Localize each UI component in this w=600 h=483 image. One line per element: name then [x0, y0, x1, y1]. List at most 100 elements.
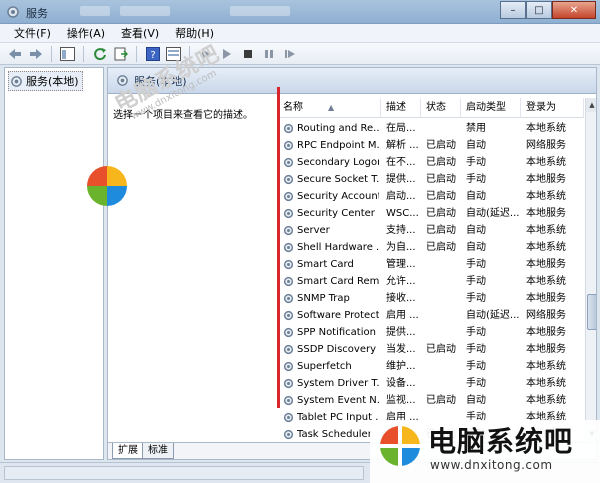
service-gear-icon	[283, 276, 294, 287]
table-row[interactable]: Software Protect... 启用 ... 自动(延迟... 网络服务	[278, 307, 584, 324]
service-gear-icon	[283, 395, 294, 406]
service-logon-as: 网络服务	[526, 310, 566, 321]
back-arrow-icon[interactable]	[6, 45, 23, 62]
service-gear-icon	[283, 344, 294, 355]
table-row[interactable]: Security Center WSC... 已启动 自动(延迟... 本地服务	[278, 205, 584, 222]
service-logon-as: 本地服务	[526, 327, 566, 338]
service-startup-type: 自动	[466, 242, 486, 253]
service-name-label: SSDP Discovery	[297, 344, 377, 355]
service-gear-icon	[283, 140, 294, 151]
table-row[interactable]: Superfetch 维护... 手动 本地系统	[278, 358, 584, 375]
service-status: 已启动	[426, 191, 456, 202]
service-gear-icon	[283, 310, 294, 321]
services-gear-icon	[11, 75, 22, 87]
menu-action[interactable]: 操作(A)	[59, 25, 113, 41]
service-gear-icon	[283, 327, 294, 338]
table-row[interactable]: Secondary Logon 在不... 已启动 手动 本地系统	[278, 154, 584, 171]
console-tree: 服务(本地)	[4, 67, 104, 460]
service-startup-type: 手动	[466, 259, 486, 270]
service-name-label: Security Account...	[297, 191, 379, 202]
forward-arrow-icon[interactable]	[27, 45, 44, 62]
maximize-button[interactable]: □	[526, 1, 552, 19]
menu-view[interactable]: 查看(V)	[113, 25, 167, 41]
title-bar[interactable]: 服务 – □ ✕	[0, 0, 600, 24]
service-logon-as: 本地服务	[526, 344, 566, 355]
scroll-up-icon[interactable]: ▲	[586, 98, 596, 112]
service-status: 已启动	[426, 242, 456, 253]
column-header-status[interactable]: 状态	[421, 98, 461, 118]
tree-item-services-local[interactable]: 服务(本地)	[8, 71, 83, 91]
column-header-startup[interactable]: 启动类型	[461, 98, 521, 118]
service-status: 已启动	[426, 395, 456, 406]
service-logon-as: 本地系统	[526, 395, 566, 406]
table-row[interactable]: Shell Hardware ... 为自... 已启动 自动 本地系统	[278, 239, 584, 256]
service-name: Smart Card Rem...	[283, 273, 379, 290]
service-description: 维护...	[386, 361, 416, 372]
table-row[interactable]: Smart Card 管理... 手动 本地服务	[278, 256, 584, 273]
tab-extended[interactable]: 扩展	[112, 443, 144, 459]
service-name: RPC Endpoint M...	[283, 137, 379, 154]
service-description: 设备...	[386, 378, 416, 389]
scroll-thumb[interactable]	[587, 294, 596, 330]
menu-file[interactable]: 文件(F)	[6, 25, 59, 41]
service-logon-as: 本地服务	[526, 174, 566, 185]
service-description: 提供...	[386, 174, 416, 185]
service-status	[426, 290, 464, 307]
vertical-scrollbar[interactable]: ▲ ▼	[585, 98, 596, 441]
window-controls: – □ ✕	[500, 1, 596, 19]
service-gear-icon	[283, 429, 294, 440]
service-gear-icon	[283, 123, 294, 134]
refresh-icon[interactable]	[91, 45, 108, 62]
service-gear-icon	[283, 157, 294, 168]
table-row[interactable]: SPP Notification ... 提供... 手动 本地服务	[278, 324, 584, 341]
service-logon-as: 本地服务	[526, 208, 566, 219]
console-tree-icon[interactable]	[59, 45, 76, 62]
help-icon[interactable]: ?	[144, 45, 161, 62]
service-startup-type: 自动(延迟...	[466, 310, 520, 321]
status-segment	[4, 466, 364, 480]
table-row[interactable]: System Driver T... 设备... 手动 本地系统	[278, 375, 584, 392]
service-name-label: Security Center	[297, 208, 375, 219]
restart-service-icon[interactable]	[281, 45, 298, 62]
service-name-label: Server	[297, 225, 330, 236]
service-name: Software Protect...	[283, 307, 379, 324]
tab-standard[interactable]: 标准	[142, 443, 174, 459]
table-row[interactable]: Routing and Re... 在局... 禁用 本地系统	[278, 120, 584, 137]
column-header-logon[interactable]: 登录为	[521, 98, 584, 118]
service-name-label: SNMP Trap	[297, 293, 350, 304]
table-row[interactable]: System Event N... 监视... 已启动 自动 本地系统	[278, 392, 584, 409]
service-startup-type: 手动	[466, 293, 486, 304]
service-name: System Driver T...	[283, 375, 379, 392]
table-row[interactable]: RPC Endpoint M... 解析 ... 已启动 自动 网络服务	[278, 137, 584, 154]
services-list: 名称 ▲ 描述 状态 启动类型 登录为 Routing and Re... 在局..…	[278, 98, 584, 441]
table-row[interactable]: SNMP Trap 接收... 手动 本地服务	[278, 290, 584, 307]
list-header: 名称 ▲ 描述 状态 启动类型 登录为	[278, 98, 584, 118]
service-name-label: System Event N...	[297, 395, 379, 406]
service-name: SNMP Trap	[283, 290, 379, 307]
service-logon-as: 本地服务	[526, 259, 566, 270]
service-status	[426, 324, 464, 341]
column-header-description[interactable]: 描述	[381, 98, 421, 118]
service-name-label: Secondary Logon	[297, 157, 379, 168]
service-startup-type: 自动	[466, 191, 486, 202]
toolbar-separator	[51, 45, 52, 62]
brand-url: www.dnxitong.com	[430, 458, 553, 472]
service-logon-as: 本地系统	[526, 378, 566, 389]
table-row[interactable]: Secure Socket T... 提供... 已启动 手动 本地服务	[278, 171, 584, 188]
table-row[interactable]: Server 支持... 已启动 自动 本地系统	[278, 222, 584, 239]
service-name: Secondary Logon	[283, 154, 379, 171]
minimize-button[interactable]: –	[500, 1, 526, 19]
service-name: Server	[283, 222, 379, 239]
service-name-label: Shell Hardware ...	[297, 242, 379, 253]
table-row[interactable]: SSDP Discovery 当发... 已启动 手动 本地服务	[278, 341, 584, 358]
table-row[interactable]: Smart Card Rem... 允许... 手动 本地系统	[278, 273, 584, 290]
service-status	[426, 358, 464, 375]
export-list-icon[interactable]	[112, 45, 129, 62]
close-button[interactable]: ✕	[552, 1, 596, 19]
service-description: WSC...	[386, 208, 419, 219]
service-gear-icon	[283, 412, 294, 423]
service-description: 当发...	[386, 344, 416, 355]
service-name: Smart Card	[283, 256, 379, 273]
table-row[interactable]: Security Account... 启动... 已启动自动 本地系统	[278, 188, 584, 205]
column-header-name[interactable]: 名称 ▲	[278, 98, 381, 118]
